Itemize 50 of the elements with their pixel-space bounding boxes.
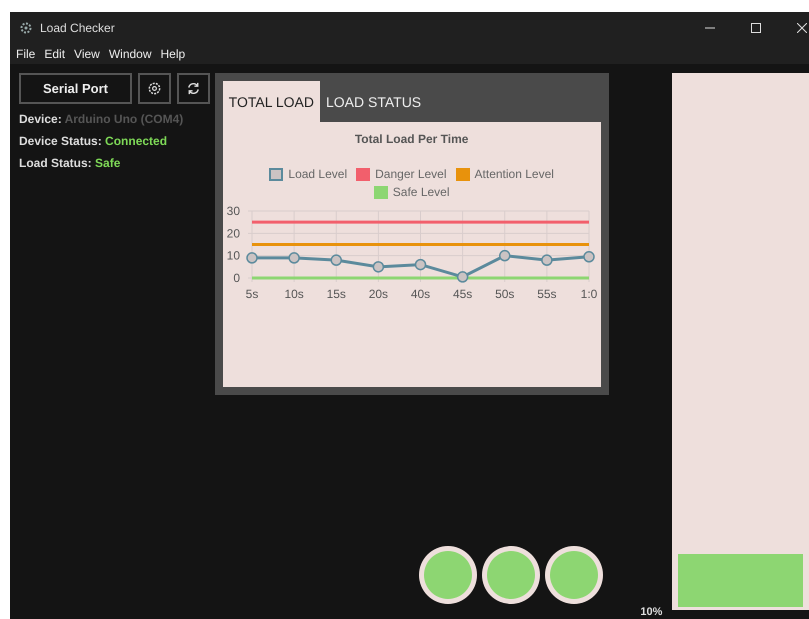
menu-item[interactable]: Window: [108, 46, 152, 60]
x-tick-label: 1:0: [580, 287, 597, 301]
refresh-icon: [186, 81, 201, 96]
legend-label: Attention Level: [474, 167, 554, 181]
data-point: [498, 250, 510, 262]
device-status-value: Connected: [105, 134, 168, 148]
data-point: [330, 254, 342, 266]
legend-label: Safe Level: [392, 185, 450, 199]
legend-label: Load Level: [288, 167, 348, 181]
menu-item[interactable]: Edit: [44, 46, 66, 60]
refresh-button[interactable]: [177, 73, 210, 104]
y-tick-label: 10: [226, 248, 240, 263]
settings-icon: [147, 81, 162, 96]
device-label: Device:: [19, 112, 62, 126]
data-point: [582, 251, 594, 263]
maximize-icon[interactable]: [751, 22, 761, 32]
x-tick-label: 50s: [494, 287, 514, 301]
x-tick-label: 20s: [368, 287, 388, 301]
menu-item[interactable]: File: [16, 46, 36, 60]
device-status-label: Device Status:: [19, 134, 102, 148]
tab[interactable]: LOAD STATUS: [320, 81, 428, 122]
y-tick-label: 0: [232, 271, 240, 285]
tab[interactable]: TOTAL LOAD: [222, 81, 320, 122]
data-point: [372, 261, 384, 273]
menu-item[interactable]: Help: [160, 46, 186, 60]
menu-item[interactable]: View: [74, 46, 100, 60]
gear-icon: [20, 22, 32, 34]
data-point: [414, 258, 426, 270]
close-icon[interactable]: [797, 22, 807, 32]
x-tick-label: 5s: [245, 287, 258, 301]
x-tick-label: 45s: [452, 287, 472, 301]
x-tick-label: 40s: [410, 287, 430, 301]
y-tick-label: 20: [226, 226, 240, 240]
load-status-label: Load Status:: [19, 156, 92, 170]
settings-button[interactable]: [138, 73, 171, 104]
data-point: [288, 252, 300, 264]
window-title: Load Checker: [40, 20, 115, 34]
x-tick-label: 10s: [284, 287, 304, 301]
device-value: Arduino Uno (COM4): [64, 112, 184, 126]
serial-port-button[interactable]: Serial Port: [19, 73, 132, 104]
load-status-value: Safe: [95, 156, 120, 170]
chart-title: Total Load Per Time: [354, 132, 468, 146]
data-point: [540, 254, 552, 266]
data-point: [456, 271, 468, 283]
y-tick-label: 30: [226, 204, 240, 218]
legend-label: Danger Level: [375, 167, 447, 181]
data-point: [246, 252, 258, 264]
load-percent: 10%: [640, 606, 662, 618]
x-tick-label: 15s: [326, 287, 346, 301]
x-tick-label: 55s: [536, 287, 556, 301]
